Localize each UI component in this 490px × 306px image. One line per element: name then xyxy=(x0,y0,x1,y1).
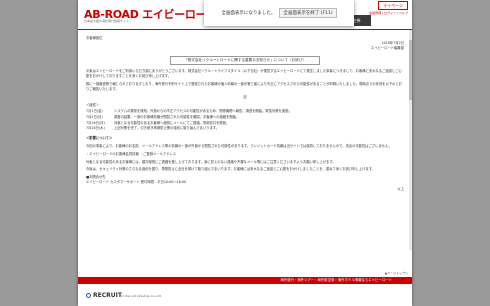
impact-paragraph: 今回の事象により、お客様のお名前、メールアドレス等の情報の一部が外部から閲覧され… xyxy=(86,143,392,148)
recruit-wordmark: RECRUIT xyxy=(93,292,122,299)
impact-bullets: ・エイビーロードのお客様会員情報 ・ご登録メールアドレス xyxy=(86,151,177,156)
schedule-row: 7月16日(月) 対象となる可能性のあるお客様へ個別にメールにてご連絡。専用窓口… xyxy=(86,121,404,126)
recruit-logo[interactable]: RECRUIT xyxy=(86,292,122,299)
fullscreen-notification: 全画面表示になりました。 全画面表示を終了 (F11) xyxy=(204,0,354,26)
exit-fullscreen-button[interactable]: 全画面表示を終了 (F11) xyxy=(279,8,337,18)
impact-heading: ＜影響について＞ xyxy=(86,136,113,141)
schedule-date: 7月2日(月) xyxy=(86,114,103,119)
copyright: (C) Recruit Lifestyle Co.,Ltd. xyxy=(120,294,162,298)
followup-paragraph: 対象となる可能性のあるお客様には、順次個別にご連絡を差し上げております。身に覚え… xyxy=(86,159,336,164)
site-footer: RECRUIT (C) Recruit Lifestyle Co.,Ltd. xyxy=(78,284,412,306)
schedule-text: 調査の結果、一部のお客様情報が閲覧された可能性を確認。お客様への連絡を開始。 xyxy=(114,114,240,119)
schedule-row: 7月2日(月) 調査の結果、一部のお客様情報が閲覧された可能性を確認。お客様への… xyxy=(86,115,404,120)
intro-paragraph-2: 既に一部報道等で報じられておりますとおり、海外旅行予約サイト上で登録されたお客様… xyxy=(86,81,402,91)
recruit-mark-icon xyxy=(86,293,91,298)
schedule-date: 7月1日(金) xyxy=(86,108,103,113)
schedule-title: ＜経緯＞ xyxy=(86,103,100,108)
scrollbar-thumb[interactable] xyxy=(409,40,412,100)
schedule-text: 対象となる可能性のあるお客様へ個別にメールにてご連絡。専用窓口を開設。 xyxy=(114,120,230,125)
ki-heading: 記 xyxy=(243,95,247,100)
schedule-row: 7月18日(水) 上記対策を完了。引き続き再発防止策の強化に取り組んでまいります… xyxy=(86,126,404,131)
footer-link-bar[interactable]: 海外旅行・海外ツアー・海外航空券・海外ホテル情報ならエイビーロード xyxy=(78,277,412,284)
page: AB-ROAD エイビーロード 日本最大級の海外旅行情報サイト マイページ 会員… xyxy=(78,0,412,306)
notice-title: 「株式会社リクルートロードに関する重要なお知らせ」について（お詫び） xyxy=(170,56,320,66)
mypage-button[interactable]: マイページ xyxy=(378,1,408,10)
schedule-row: 7月1日(金) システムの異常を検知。外部からの不正アクセスの可能性があるため、… xyxy=(86,109,404,114)
contact-info: エイビーロード カスタマーサポート 受付時間：平日10:00〜18:00 xyxy=(86,179,187,184)
fullscreen-message: 全画面表示になりました。 xyxy=(221,11,276,16)
notice-content: お客様各位 2018年7月2日 エイビーロード編集部 「株式会社リクルートロード… xyxy=(78,30,412,192)
end-mark: 以上 xyxy=(397,186,404,191)
logo-subtitle: 日本最大級の海外旅行情報サイト xyxy=(84,19,130,23)
intro-paragraph: 平素はエイビーロードをご利用いただき誠にありがとうございます。株式会社リクルート… xyxy=(86,69,402,78)
schedule-date: 7月18日(水) xyxy=(86,126,105,131)
schedule-text: 上記対策を完了。引き続き再発防止策の強化に取り組んでまいります。 xyxy=(114,126,220,131)
schedule-text: システムの異常を検知。外部からの不正アクセスの可能性があるため、関係機関へ報告、… xyxy=(114,108,292,113)
header-links[interactable]: 会員登録 | ログイン | ヘルプ xyxy=(369,11,408,15)
page-top-link[interactable]: ▲ページトップへ xyxy=(385,271,408,275)
notice-sender: エイビーロード編集部 xyxy=(371,45,404,50)
closing-paragraph: 今後は、セキュリティ対策のさらなる強化を図り、再発防止に全社を挙げて取り組んでま… xyxy=(86,167,375,172)
schedule-date: 7月16日(月) xyxy=(86,120,105,125)
